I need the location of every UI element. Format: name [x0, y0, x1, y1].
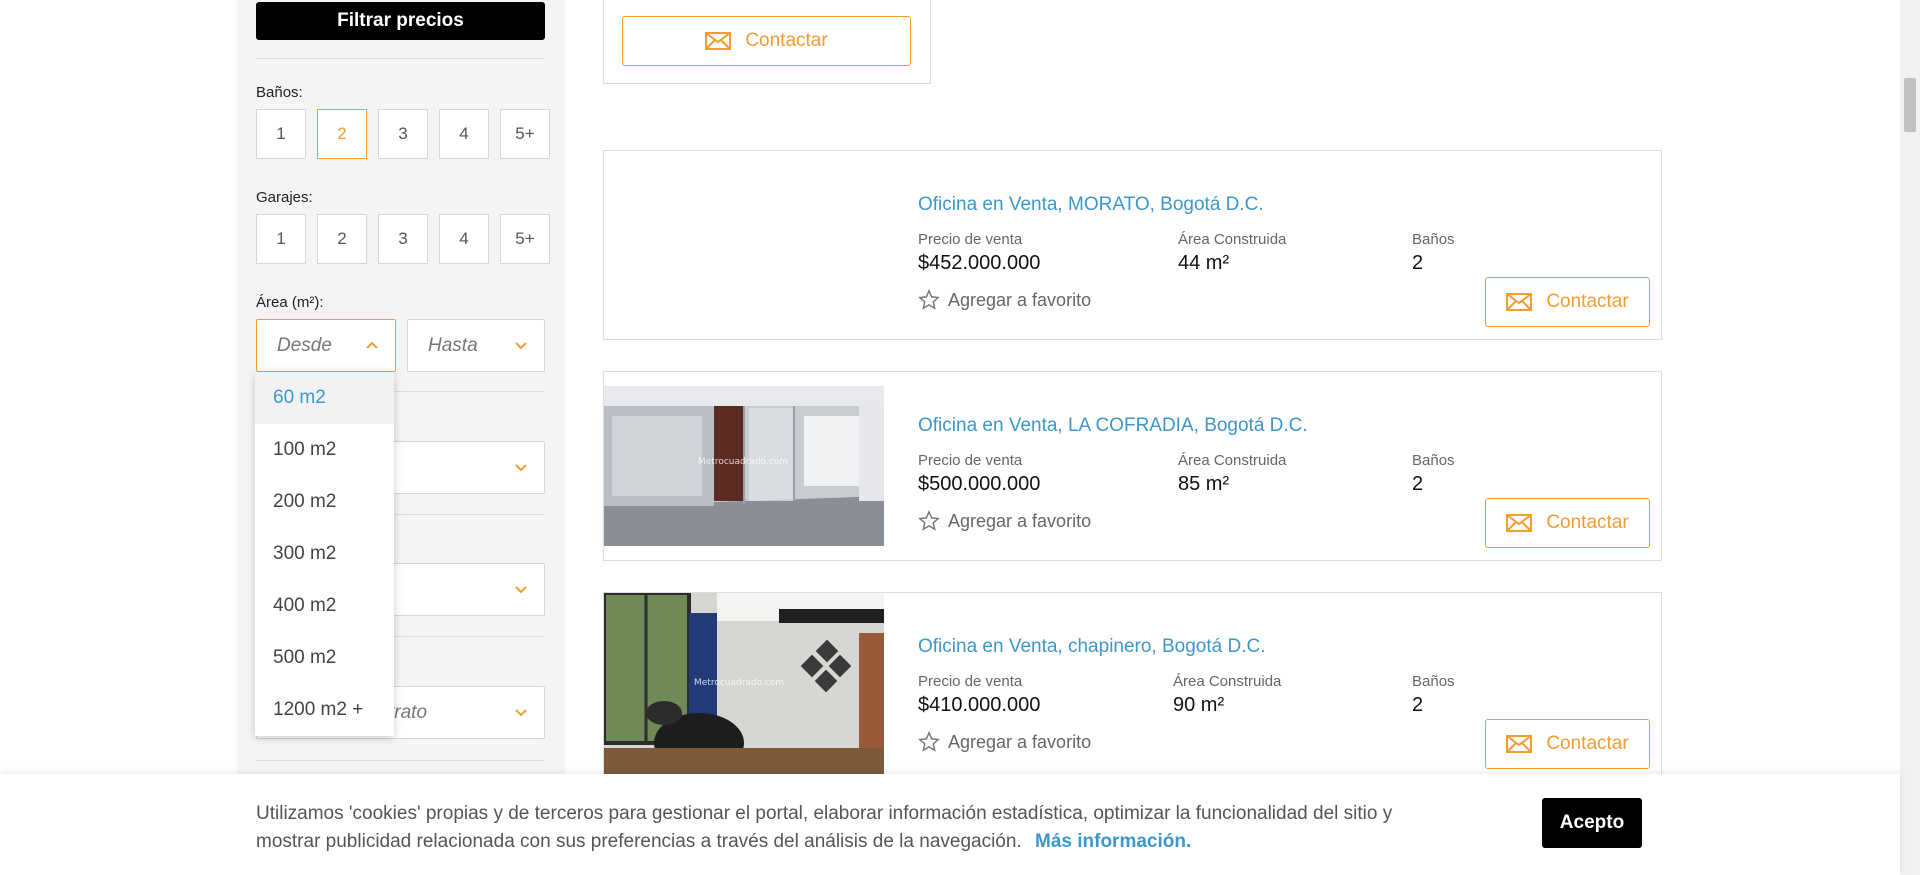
area-option-400[interactable]: 400 m2: [255, 580, 394, 632]
add-favorite-label: Agregar a favorito: [948, 289, 1092, 310]
banos-label: Baños:: [256, 84, 303, 101]
area-built-label: Área Construida: [1178, 231, 1287, 248]
price-label: Precio de venta: [918, 231, 1023, 248]
garajes-option-4[interactable]: 4: [439, 214, 489, 264]
price-label: Precio de venta: [918, 673, 1023, 690]
listing-card: Metrocuadrado.com Oficina en Venta, chap…: [603, 592, 1662, 782]
listing-card-partial: Contactar: [603, 0, 931, 84]
price-value: $410.000.000: [918, 694, 1041, 716]
scrollbar-thumb[interactable]: [1904, 78, 1916, 132]
listing-card: Metrocuadrado.com Oficina en Venta, LA C…: [603, 371, 1662, 561]
price-label: Precio de venta: [918, 452, 1023, 469]
garajes-option-1[interactable]: 1: [256, 214, 306, 264]
watermark-text: Metrocuadrado.com: [694, 678, 784, 688]
banos-option-1[interactable]: 1: [256, 109, 306, 159]
divider: [256, 760, 545, 761]
envelope-icon: [705, 32, 732, 50]
banos-option-3[interactable]: 3: [378, 109, 428, 159]
baths-label: Baños: [1412, 231, 1455, 248]
accept-cookies-button[interactable]: Acepto: [1542, 798, 1642, 848]
contact-button[interactable]: Contactar: [1485, 719, 1650, 769]
area-built-value: 44 m²: [1178, 252, 1230, 274]
chevron-down-icon: [515, 709, 527, 717]
contact-button[interactable]: Contactar: [622, 16, 911, 66]
price-value: $500.000.000: [918, 473, 1041, 495]
area-label: Área (m²):: [256, 294, 324, 311]
contact-button[interactable]: Contactar: [1485, 498, 1650, 548]
area-option-500[interactable]: 500 m2: [255, 632, 394, 684]
garajes-label: Garajes:: [256, 189, 313, 206]
chevron-down-icon: [515, 464, 527, 472]
star-icon: [918, 289, 940, 310]
banos-option-4[interactable]: 4: [439, 109, 489, 159]
add-favorite-link[interactable]: Agregar a favorito: [918, 731, 1091, 753]
area-built-value: 90 m²: [1173, 694, 1225, 716]
area-option-200[interactable]: 200 m2: [255, 476, 394, 528]
banos-options: 1 2 3 4 5+: [256, 109, 550, 159]
watermark-text: Metrocuadrado.com: [698, 457, 788, 467]
listing-image[interactable]: Metrocuadrado.com: [604, 593, 884, 775]
star-icon: [918, 510, 940, 531]
baths-value: 2: [1412, 252, 1424, 274]
area-from-dropdown: 60 m2 100 m2 200 m2 300 m2 400 m2 500 m2…: [255, 372, 394, 736]
more-info-link[interactable]: Más información.: [1035, 831, 1191, 852]
contact-button-label: Contactar: [1546, 512, 1629, 533]
area-to-placeholder: Hasta: [428, 334, 478, 356]
area-option-300[interactable]: 300 m2: [255, 528, 394, 580]
add-favorite-label: Agregar a favorito: [948, 510, 1092, 531]
baths-label: Baños: [1412, 452, 1455, 469]
area-from-select[interactable]: Desde: [256, 319, 396, 372]
contact-button-label: Contactar: [1546, 291, 1629, 312]
envelope-icon: [1506, 514, 1533, 532]
contact-button-label: Contactar: [1546, 733, 1629, 754]
baths-label: Baños: [1412, 673, 1455, 690]
garajes-option-5plus[interactable]: 5+: [500, 214, 550, 264]
chevron-up-icon: [366, 341, 378, 349]
star-icon: [918, 731, 940, 752]
contract-select-text: trato: [389, 701, 428, 723]
garajes-option-3[interactable]: 3: [378, 214, 428, 264]
area-option-100[interactable]: 100 m2: [255, 424, 394, 476]
listing-title[interactable]: Oficina en Venta, MORATO, Bogotá D.C.: [918, 194, 1264, 216]
listing-title[interactable]: Oficina en Venta, LA COFRADIA, Bogotá D.…: [918, 415, 1308, 437]
envelope-icon: [1506, 735, 1533, 753]
office-photo: Metrocuadrado.com: [604, 593, 884, 775]
listing-image-empty: [604, 151, 884, 339]
contact-button[interactable]: Contactar: [1485, 277, 1650, 327]
area-built-label: Área Construida: [1178, 452, 1287, 469]
area-option-1200plus[interactable]: 1200 m2 +: [255, 684, 394, 736]
divider: [256, 58, 545, 59]
chevron-down-icon: [515, 586, 527, 594]
office-photo: Metrocuadrado.com: [604, 386, 884, 546]
add-favorite-link[interactable]: Agregar a favorito: [918, 510, 1091, 532]
area-built-label: Área Construida: [1173, 673, 1282, 690]
price-value: $452.000.000: [918, 252, 1041, 274]
garajes-options: 1 2 3 4 5+: [256, 214, 550, 264]
banos-option-2[interactable]: 2: [317, 109, 367, 159]
contact-button-label: Contactar: [745, 30, 828, 51]
page-scrollbar[interactable]: [1900, 0, 1920, 875]
cookie-banner: Utilizamos 'cookies' propias y de tercer…: [0, 774, 1900, 875]
add-favorite-link[interactable]: Agregar a favorito: [918, 289, 1091, 311]
area-from-placeholder: Desde: [277, 334, 332, 356]
cookie-text: Utilizamos 'cookies' propias y de tercer…: [256, 800, 1456, 856]
filter-sidebar: Filtrar precios Baños: 1 2 3 4 5+ Garaje…: [237, 0, 565, 875]
area-built-value: 85 m²: [1178, 473, 1230, 495]
filter-prices-button[interactable]: Filtrar precios: [256, 2, 545, 40]
area-to-select[interactable]: Hasta: [407, 319, 545, 372]
baths-value: 2: [1412, 694, 1424, 716]
listing-image[interactable]: Metrocuadrado.com: [604, 386, 884, 546]
cookie-message: Utilizamos 'cookies' propias y de tercer…: [256, 803, 1393, 852]
listing-card: Oficina en Venta, MORATO, Bogotá D.C. Pr…: [603, 150, 1662, 340]
area-option-60[interactable]: 60 m2: [255, 372, 394, 424]
baths-value: 2: [1412, 473, 1424, 495]
add-favorite-label: Agregar a favorito: [948, 731, 1092, 752]
garajes-option-2[interactable]: 2: [317, 214, 367, 264]
page: Filtrar precios Baños: 1 2 3 4 5+ Garaje…: [0, 0, 1920, 875]
banos-option-5plus[interactable]: 5+: [500, 109, 550, 159]
envelope-icon: [1506, 293, 1533, 311]
chevron-down-icon: [515, 342, 527, 350]
listing-title[interactable]: Oficina en Venta, chapinero, Bogotá D.C.: [918, 636, 1266, 658]
